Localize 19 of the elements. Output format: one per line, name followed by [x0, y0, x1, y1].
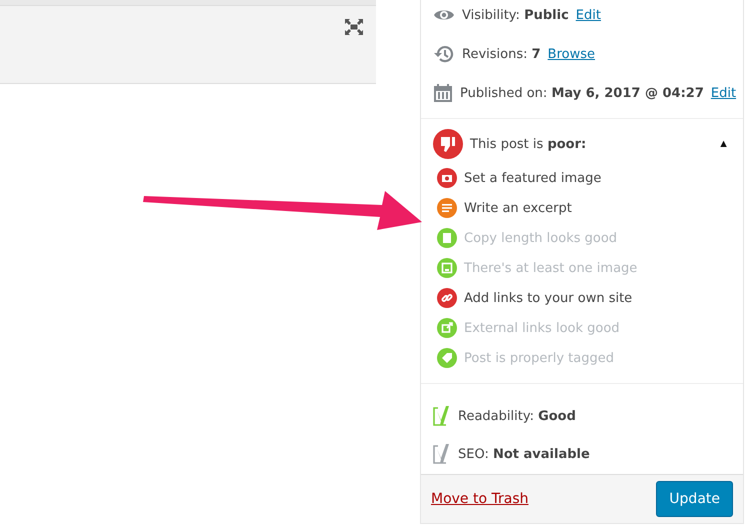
analysis-item: External links look good [464, 320, 620, 336]
analysis-item: Post is properly tagged [464, 350, 614, 366]
publish-info: Visibility: Public [462, 8, 569, 22]
edit-link[interactable]: Edit [710, 86, 736, 100]
score-label: Readability: Good [458, 408, 576, 424]
publish-info: Revisions: 7 [462, 46, 541, 62]
analysis-heading: This post is poor: [470, 136, 586, 152]
analysis-item: There's at least one image [464, 260, 638, 276]
publish-info: Published on: May 6, 2017 @ 04:27 [460, 86, 704, 100]
collapse-toggle[interactable]: ▲ [714, 138, 733, 150]
edit-link[interactable]: Edit [576, 8, 601, 22]
analysis-item: Write an excerpt [464, 200, 572, 216]
update-button[interactable]: Update [656, 481, 733, 517]
analysis-item: Copy length looks good [464, 230, 618, 246]
analysis-item: Add links to your own site [464, 290, 632, 306]
trash-link[interactable]: Move to Trash [431, 491, 528, 507]
edit-link[interactable]: Browse [548, 46, 596, 62]
score-label: SEO: Not available [458, 446, 590, 462]
analysis-item: Set a featured image [464, 170, 602, 186]
